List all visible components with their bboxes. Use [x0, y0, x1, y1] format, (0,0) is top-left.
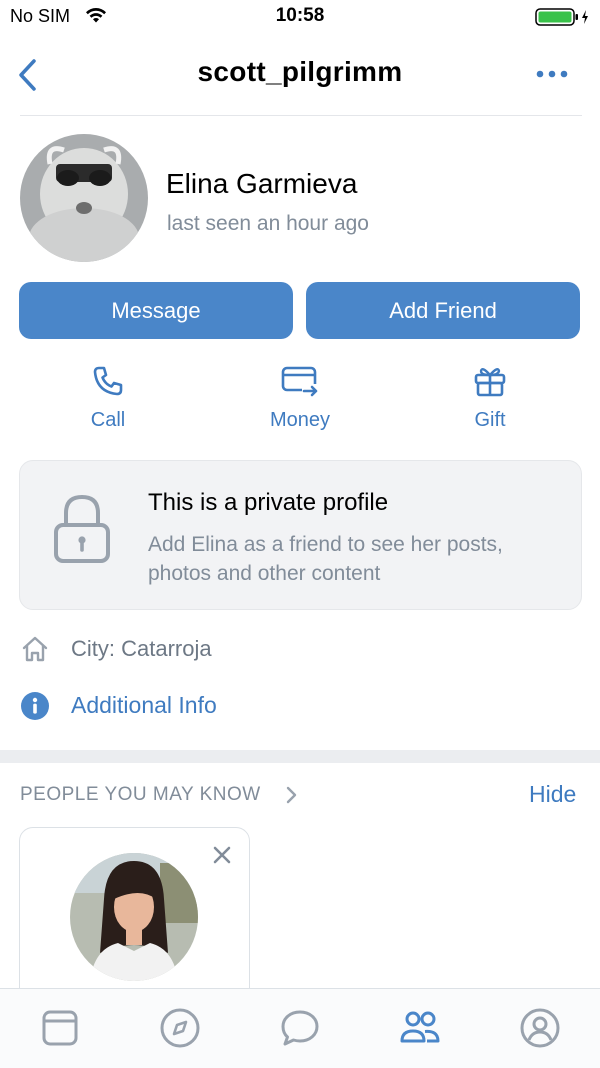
lock-icon: [52, 493, 112, 570]
city-label: City: Catarroja: [71, 636, 212, 661]
header-divider: [20, 115, 582, 116]
gift-icon: [474, 368, 506, 397]
more-dots-icon: [536, 70, 568, 78]
chevron-right-icon[interactable]: [285, 785, 299, 810]
tab-discover[interactable]: [158, 1006, 202, 1050]
tab-friends[interactable]: [398, 1006, 442, 1050]
call-action[interactable]: Call: [48, 364, 168, 432]
tab-profile[interactable]: [518, 1006, 562, 1050]
discover-icon: [160, 1008, 200, 1048]
gift-label: Gift: [474, 409, 506, 431]
money-label: Money: [269, 409, 331, 431]
message-button[interactable]: Message: [19, 282, 293, 339]
page-title: scott_pilgrimm: [197, 56, 403, 87]
call-label: Call: [90, 409, 126, 431]
hide-button[interactable]: Hide: [529, 781, 576, 808]
home-icon: [20, 634, 50, 666]
section-separator: [0, 750, 600, 763]
people-you-may-know-title[interactable]: PEOPLE YOU MAY KNOW: [20, 784, 261, 806]
gift-action[interactable]: Gift: [430, 364, 550, 432]
add-friend-button[interactable]: Add Friend: [306, 282, 580, 339]
suggestion-avatar[interactable]: [70, 853, 198, 981]
info-icon[interactable]: [20, 691, 50, 726]
status-time: 10:58: [275, 5, 325, 26]
battery-icon: [535, 7, 591, 32]
profile-icon: [520, 1008, 560, 1048]
private-profile-text: Add Elina as a friend to see her posts, …: [148, 533, 503, 585]
private-profile-title: This is a private profile: [148, 489, 389, 516]
last-seen-status: last seen an hour ago: [167, 212, 369, 235]
friends-icon: [400, 1011, 440, 1043]
additional-info-link[interactable]: Additional Info: [71, 692, 217, 719]
money-action[interactable]: Money: [240, 364, 360, 432]
profile-avatar[interactable]: [20, 134, 148, 262]
tab-news[interactable]: [38, 1006, 82, 1050]
more-options-button[interactable]: [530, 62, 574, 86]
phone-icon: [93, 366, 123, 396]
tab-messages[interactable]: [278, 1006, 322, 1050]
close-icon[interactable]: [210, 843, 234, 872]
news-icon: [42, 1010, 78, 1046]
profile-name: Elina Garmieva: [166, 168, 358, 199]
money-transfer-icon: [281, 366, 318, 397]
messages-icon: [281, 1010, 319, 1046]
